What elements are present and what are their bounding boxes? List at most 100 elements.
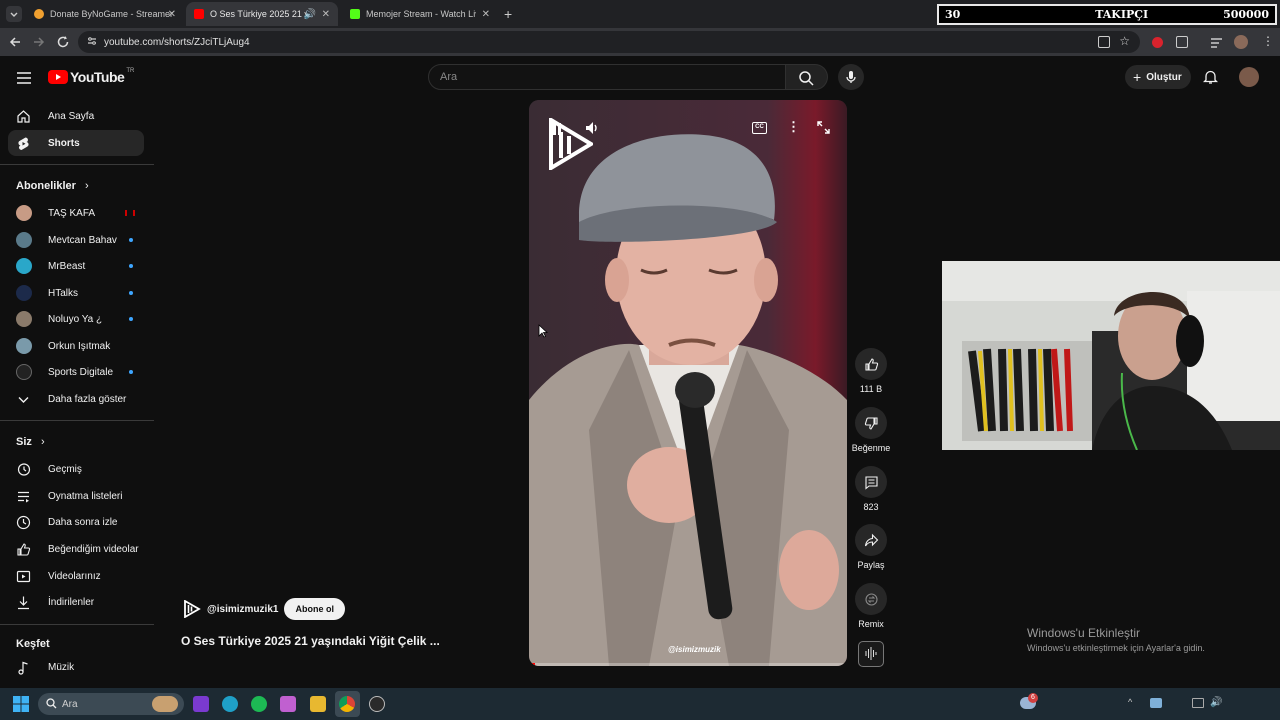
account-avatar[interactable] <box>1239 67 1259 87</box>
downloads-icon <box>18 596 29 610</box>
video-watermark: @isimizmuzik <box>668 645 721 654</box>
spotify-icon[interactable] <box>251 696 267 712</box>
channel-avatar-logo-icon[interactable] <box>183 599 201 619</box>
instagram-app-icon[interactable] <box>193 696 209 712</box>
channel-name[interactable]: @isimizmuzik1 <box>207 604 278 615</box>
sidebar-item-mrbeast[interactable]: MrBeast <box>8 253 144 279</box>
tab-close-icon[interactable]: ✕ <box>322 9 330 20</box>
short-title[interactable]: O Ses Türkiye 2025 21 yaşındaki Yiğit Çe… <box>181 634 440 648</box>
taskbar-search-input[interactable]: Ara <box>38 693 184 715</box>
subscribe-button[interactable]: Abone ol <box>284 598 345 620</box>
site-info-icon[interactable] <box>87 36 97 46</box>
new-tab-icon[interactable]: + <box>504 6 512 22</box>
like-button[interactable] <box>855 348 887 380</box>
sidebar-item-label: Ana Sayfa <box>48 111 95 122</box>
copilot-icon[interactable] <box>280 696 296 712</box>
chrome-taskbar-button[interactable] <box>335 691 360 717</box>
sidebar-item-htalks[interactable]: HTalks <box>8 280 144 306</box>
tab-search-icon[interactable] <box>6 6 22 22</box>
live-icon <box>125 210 135 216</box>
tab-label: Memojer Stream - Watch Live <box>366 9 476 19</box>
sidebar-item-tas-kafa[interactable]: TAŞ KAFA <box>8 200 144 226</box>
back-icon[interactable] <box>8 35 22 49</box>
extensions-puzzle-icon[interactable] <box>1176 36 1188 48</box>
sidebar-item-history[interactable]: Geçmiş <box>8 456 144 482</box>
home-icon <box>17 110 30 123</box>
captions-icon[interactable]: CC <box>752 122 767 134</box>
sidebar-item-home[interactable]: Ana Sayfa <box>8 103 144 129</box>
remix-icon <box>864 592 878 606</box>
remix-button[interactable] <box>855 583 887 615</box>
tab-close-icon[interactable]: ✕ <box>168 9 176 20</box>
comments-button[interactable] <box>855 466 887 498</box>
create-label: Oluştur <box>1146 71 1182 83</box>
forward-icon[interactable] <box>32 35 46 49</box>
edge-browser-icon[interactable] <box>222 696 238 712</box>
url-input[interactable]: youtube.com/shorts/ZJciTLjAug4 ☆ <box>78 31 1140 53</box>
sidebar-item-watch-later[interactable]: Daha sonra izle <box>8 509 144 535</box>
sidebar-item-sports-digitale[interactable]: Sports Digitale <box>8 359 144 385</box>
sidebar: Ana Sayfa Shorts Abonelikler › TAŞ KAFA … <box>0 98 154 688</box>
tab-audio-icon[interactable]: 🔊 <box>304 9 316 20</box>
share-button[interactable] <box>855 524 887 556</box>
shorts-video-player[interactable]: CC ⋮ @isimizmuzik <box>529 100 847 666</box>
shorts-icon <box>18 137 29 150</box>
bookmark-star-icon[interactable]: ☆ <box>1119 34 1130 48</box>
sidebar-item-shorts[interactable]: Shorts <box>8 130 144 156</box>
dislike-button[interactable] <box>855 407 887 439</box>
subscriptions-heading-label: Abonelikler <box>16 180 76 192</box>
kick-favicon-icon <box>350 9 360 19</box>
install-app-icon[interactable] <box>1098 36 1110 48</box>
sidebar-item-noluyo-ya[interactable]: Noluyo Ya ¿ <box>8 306 144 332</box>
sidebar-item-music[interactable]: Müzik <box>8 654 144 680</box>
browser-menu-icon[interactable]: ⋮ <box>1262 34 1274 48</box>
more-options-icon[interactable]: ⋮ <box>787 119 800 135</box>
sidebar-item-playlists[interactable]: Oynatma listeleri <box>8 483 144 509</box>
sidebar-item-orkun-isitmak[interactable]: Orkun Işıtmak <box>8 333 144 359</box>
profile-avatar[interactable] <box>1234 35 1248 49</box>
tray-chevron-up-icon[interactable]: ^ <box>1128 697 1132 707</box>
video-frame <box>529 100 847 666</box>
notifications-bell-icon[interactable] <box>1202 69 1219 85</box>
sidebar-item-label: Orkun Işıtmak <box>48 341 111 352</box>
sidebar-item-mevtcan-bahav[interactable]: Mevtcan Bahav <box>8 227 144 253</box>
sidebar-item-label: Müzik <box>48 662 75 673</box>
voice-search-button[interactable] <box>838 64 864 90</box>
hamburger-menu-icon[interactable] <box>17 71 31 84</box>
windows-start-icon[interactable] <box>13 696 29 712</box>
sound-thumbnail-button[interactable] <box>858 641 884 667</box>
tray-display-icon[interactable] <box>1192 698 1204 708</box>
search-input[interactable]: Ara <box>428 64 786 90</box>
fullscreen-icon[interactable] <box>817 121 830 134</box>
mouse-cursor-icon <box>538 324 549 338</box>
reload-icon[interactable] <box>56 35 70 49</box>
tray-volume-icon[interactable]: 🔊 <box>1210 697 1222 708</box>
sidebar-item-downloads[interactable]: İndirilenler <box>8 589 144 615</box>
youtube-logo[interactable]: YouTube TR <box>48 68 134 85</box>
pause-icon[interactable] <box>552 122 562 135</box>
sidebar-item-label: Videolarınız <box>48 571 101 582</box>
sidebar-item-label: Geçmiş <box>48 464 82 475</box>
sidebar-divider <box>0 164 154 165</box>
sidebar-show-more[interactable]: Daha fazla göster <box>8 386 144 412</box>
tab-bynogame[interactable]: Donate ByNoGame - Streamer ✕ <box>26 2 184 26</box>
search-button[interactable] <box>786 64 828 90</box>
you-heading[interactable]: Siz › <box>16 436 45 448</box>
sidebar-item-label: Daha sonra izle <box>48 517 118 528</box>
reading-list-icon[interactable] <box>1210 36 1223 48</box>
avatar <box>16 311 32 327</box>
tab-youtube[interactable]: O Ses Türkiye 2025 21 yaşı 🔊 ✕ <box>186 2 338 26</box>
tab-close-icon[interactable]: ✕ <box>482 9 490 20</box>
microphone-icon <box>846 71 856 83</box>
subscriptions-heading[interactable]: Abonelikler › <box>16 180 89 192</box>
video-progress-track[interactable] <box>529 663 847 666</box>
volume-icon[interactable] <box>585 121 599 135</box>
file-explorer-icon[interactable] <box>310 696 326 712</box>
sidebar-item-your-videos[interactable]: Videolarınız <box>8 563 144 589</box>
create-button[interactable]: + Oluştur <box>1125 65 1191 89</box>
extension-record-icon[interactable] <box>1152 37 1163 48</box>
tray-network-icon[interactable] <box>1150 698 1162 708</box>
tab-memojer[interactable]: Memojer Stream - Watch Live ✕ <box>342 2 498 26</box>
obs-icon[interactable] <box>369 696 385 712</box>
sidebar-item-liked-videos[interactable]: Beğendiğim videolar <box>8 536 144 562</box>
